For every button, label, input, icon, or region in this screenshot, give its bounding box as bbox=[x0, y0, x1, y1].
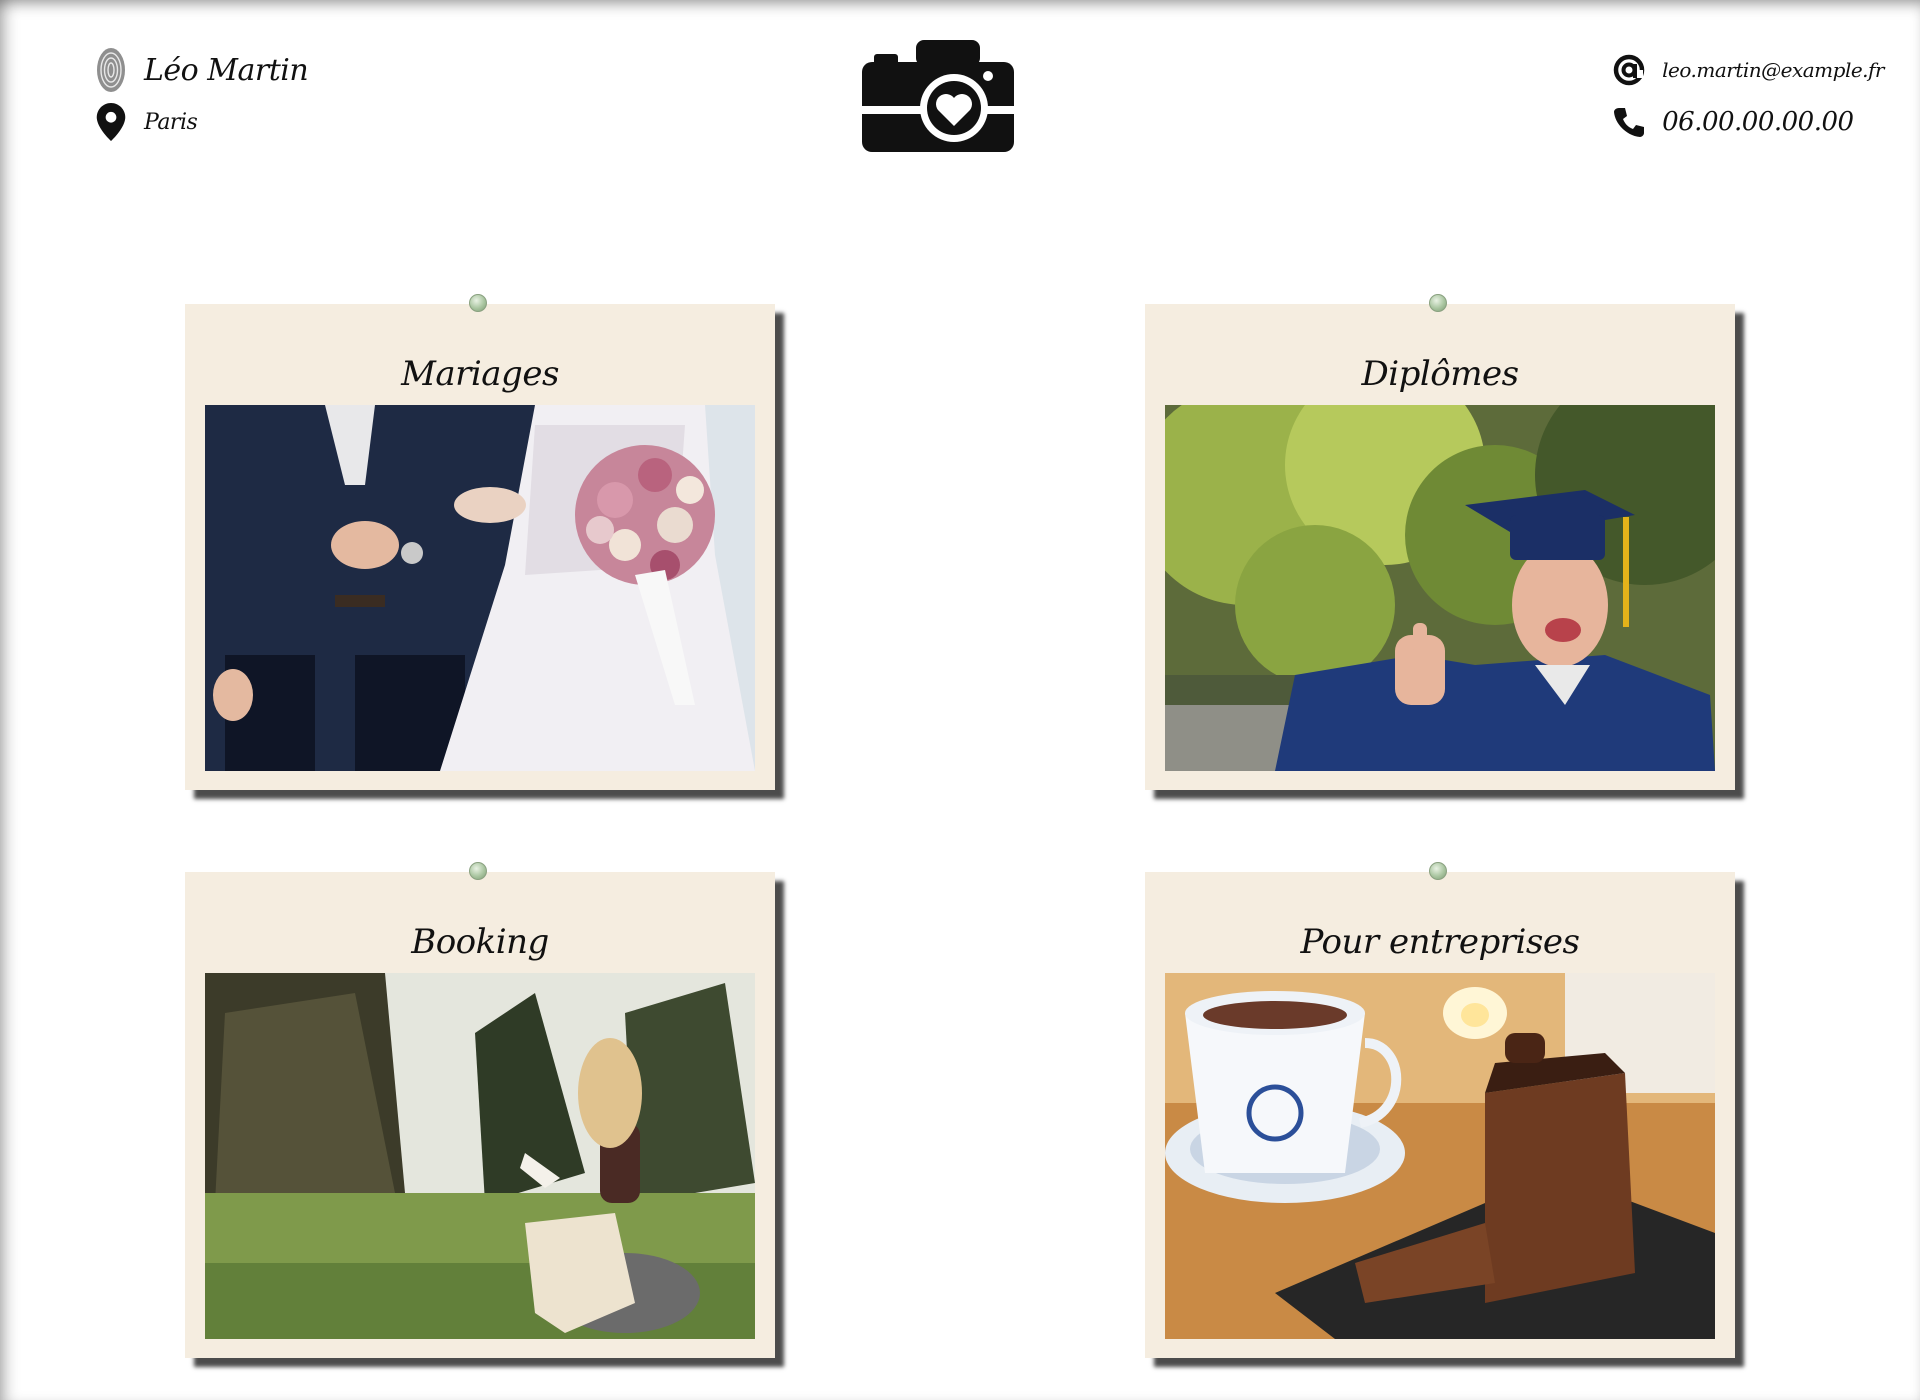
city-row: Paris bbox=[92, 96, 308, 148]
card-title: Booking bbox=[411, 922, 549, 962]
contact-left: Léo Martin Paris bbox=[92, 44, 309, 148]
location-pin-icon bbox=[92, 103, 130, 141]
camera-heart-logo[interactable] bbox=[862, 40, 1014, 152]
phone-link[interactable]: 06.00.00.00.00 bbox=[1662, 107, 1854, 137]
phone-row[interactable]: 06.00.00.00.00 bbox=[1610, 96, 1884, 148]
pin-icon bbox=[469, 862, 487, 880]
wedding-couple-photo[interactable] bbox=[205, 405, 755, 771]
card-mariages[interactable]: Mariages bbox=[185, 294, 775, 790]
card-title: Diplômes bbox=[1361, 354, 1519, 394]
at-sign-icon bbox=[1610, 54, 1648, 86]
name-row: Léo Martin bbox=[92, 44, 309, 96]
contact-right: leo.martin@example.fr 06.00.00.00.00 bbox=[1610, 44, 1884, 148]
email-link[interactable]: leo.martin@example.fr bbox=[1662, 58, 1884, 82]
card-title: Pour entreprises bbox=[1300, 922, 1580, 962]
pin-icon bbox=[1429, 862, 1447, 880]
city-text: Paris bbox=[144, 109, 198, 135]
card-title: Mariages bbox=[401, 354, 559, 394]
graduate-photo[interactable] bbox=[1165, 405, 1715, 771]
photographer-name: Léo Martin bbox=[144, 52, 309, 88]
email-row[interactable]: leo.martin@example.fr bbox=[1610, 44, 1884, 96]
coffee-cake-photo[interactable] bbox=[1165, 973, 1715, 1339]
phone-icon bbox=[1610, 106, 1648, 138]
card-booking[interactable]: Booking bbox=[185, 862, 775, 1358]
pin-icon bbox=[469, 294, 487, 312]
pin-icon bbox=[1429, 294, 1447, 312]
card-diplomes[interactable]: Diplômes bbox=[1145, 294, 1735, 790]
card-pour-entreprises[interactable]: Pour entreprises bbox=[1145, 862, 1735, 1358]
woman-reading-photo[interactable] bbox=[205, 973, 755, 1339]
fingerprint-icon bbox=[92, 47, 130, 93]
